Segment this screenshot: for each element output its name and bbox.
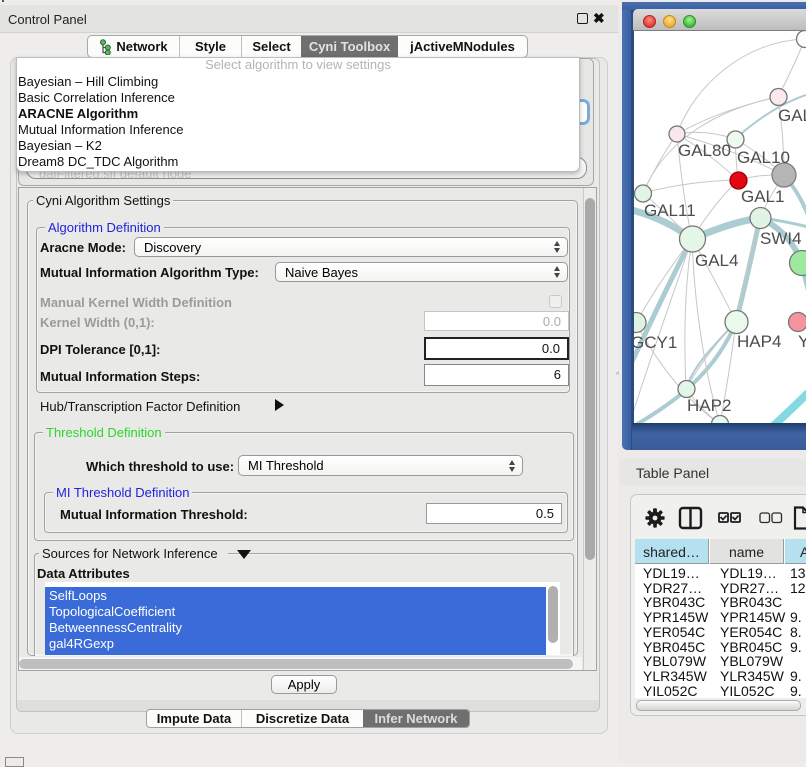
svg-text:SWI4: SWI4 xyxy=(760,229,802,248)
svg-text:GAL2: GAL2 xyxy=(778,106,806,125)
svg-text:HAP2: HAP2 xyxy=(687,396,731,415)
svg-text:YD: YD xyxy=(798,332,806,351)
svg-text:GAL1: GAL1 xyxy=(741,187,784,206)
svg-text:HAP4: HAP4 xyxy=(737,332,781,351)
svg-text:GAL10: GAL10 xyxy=(737,148,790,167)
svg-text:GAL11: GAL11 xyxy=(644,201,696,220)
svg-text:GCY1: GCY1 xyxy=(634,333,677,352)
svg-text:GAL80: GAL80 xyxy=(678,141,731,160)
svg-text:GAL4: GAL4 xyxy=(695,251,738,270)
